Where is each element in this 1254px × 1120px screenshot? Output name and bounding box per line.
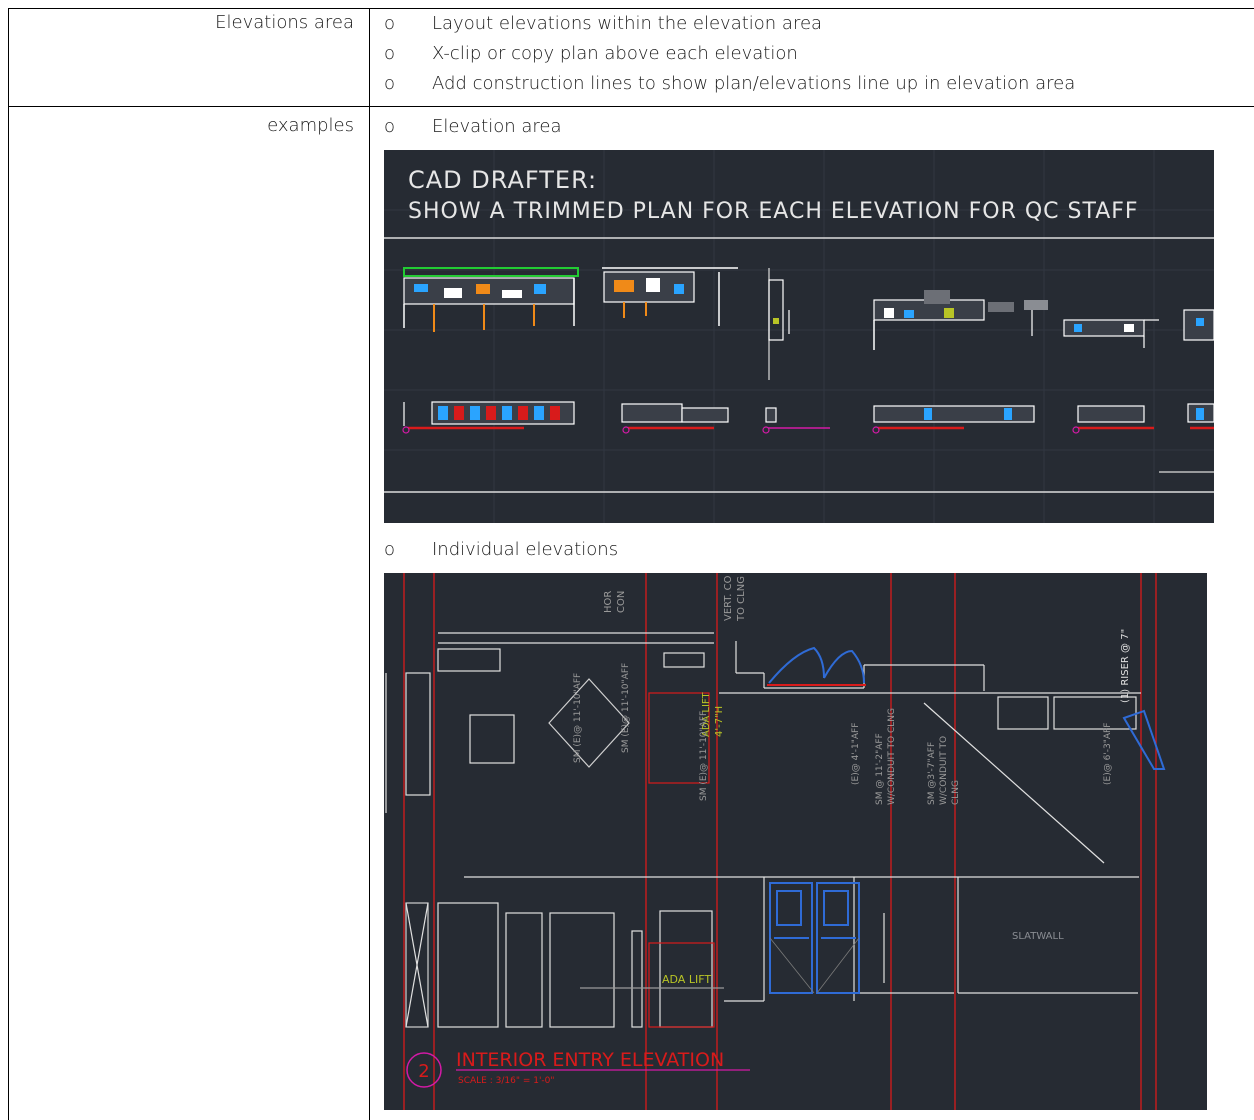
plan-group-5 [1063, 309, 1214, 348]
plan-group-3 [768, 279, 790, 341]
cad-individual-elevation-drawing: ADA LIFT 4'-7"H ADA LIFT SLATWALL (1) RI… [385, 573, 1166, 1110]
ann-riser: (1) RISER @ 7" [1120, 629, 1131, 703]
double-door-icon [769, 882, 860, 994]
ann-e6: (E)@ 6'-3"AFF [1103, 723, 1113, 785]
ann-ada-lift-bottom: ADA LIFT [662, 973, 711, 986]
right-door-swing-icon [1122, 709, 1166, 770]
cad-elevation-area-image: CAD DRAFTER: SHOW A TRIMMED PLAN FOR EAC… [384, 150, 1214, 523]
ann-vert2: TO CLNG [736, 576, 747, 622]
bullet-item: o Add construction lines to show plan/el… [384, 70, 1244, 98]
bullet-text: Elevation area [432, 116, 562, 137]
cad-elevation-area-drawing: CAD DRAFTER: SHOW A TRIMMED PLAN FOR EAC… [384, 150, 1214, 523]
plan-group-1 [403, 267, 579, 332]
bullet-item: o Layout elevations within the elevation… [384, 10, 1244, 38]
row-label-examples: examples [267, 115, 354, 136]
table-column-divider [369, 8, 370, 1120]
ann-sm5c: CLNG [951, 780, 961, 805]
elevation-number: 2 [418, 1061, 429, 1082]
bullet-item: o Individual elevations [384, 536, 1244, 564]
ann-hor2: CON [616, 591, 627, 613]
ann-sm5b: W/CONDUIT TO [939, 736, 949, 805]
plan-group-2 [602, 267, 738, 326]
bullet-text: X-clip or copy plan above each elevation [432, 43, 798, 64]
ann-sm3: SM (E)@ 11'-10"AFF [699, 711, 709, 801]
elevation-row [402, 401, 1214, 434]
bullet-glyph: o [384, 73, 396, 94]
ann-sm1: SM (E)@ 11'-10"AFF [573, 673, 583, 763]
ann-hor: HOR [603, 591, 614, 613]
cad-note-line1: CAD DRAFTER: [408, 166, 597, 194]
cad-individual-elevation-image: ADA LIFT 4'-7"H ADA LIFT SLATWALL (1) RI… [384, 573, 1207, 1110]
cad-note-line2: SHOW A TRIMMED PLAN FOR EACH ELEVATION F… [408, 199, 1139, 224]
elevation-title: INTERIOR ENTRY ELEVATION [456, 1049, 724, 1071]
ann-sm2: SM (E)@ 11'-10"AFF [621, 663, 631, 753]
ann-sm4: SM @ 11'-2"AFF [875, 733, 885, 805]
bullet-glyph: o [384, 116, 396, 137]
ann-vert: VERT. CO [723, 575, 734, 621]
bullet-glyph: o [384, 539, 396, 560]
bullet-item: o Elevation area [384, 113, 1244, 141]
table-border-left [8, 8, 9, 1120]
awning-icon [767, 646, 866, 686]
ann-sm5: SM @3'-7"AFF [927, 742, 937, 805]
elevation-scale: SCALE : 3/16" = 1'-0" [458, 1076, 555, 1086]
ann-ada-lift-top-h: 4'-7"H [714, 706, 725, 737]
ann-sm4b: W/CONDUIT TO CLNG [887, 708, 897, 805]
plan-group-4 [873, 290, 1048, 350]
bullet-text: Add construction lines to show plan/elev… [432, 73, 1076, 94]
bullet-text: Individual elevations [432, 539, 619, 560]
bullet-glyph: o [384, 43, 396, 64]
row-label-elevations-area: Elevations area [215, 12, 354, 33]
ann-e4: (E)@ 4'-1"AFF [851, 723, 861, 785]
table-border-top [8, 8, 1254, 9]
bullet-item: o X-clip or copy plan above each elevati… [384, 40, 1244, 68]
lower-elevation [405, 877, 1138, 1028]
table-row-divider [8, 106, 1254, 107]
bullet-text: Layout elevations within the elevation a… [432, 13, 823, 34]
upper-elevation [385, 632, 1141, 878]
bullet-glyph: o [384, 13, 396, 34]
ann-slatwall: SLATWALL [1012, 931, 1064, 942]
